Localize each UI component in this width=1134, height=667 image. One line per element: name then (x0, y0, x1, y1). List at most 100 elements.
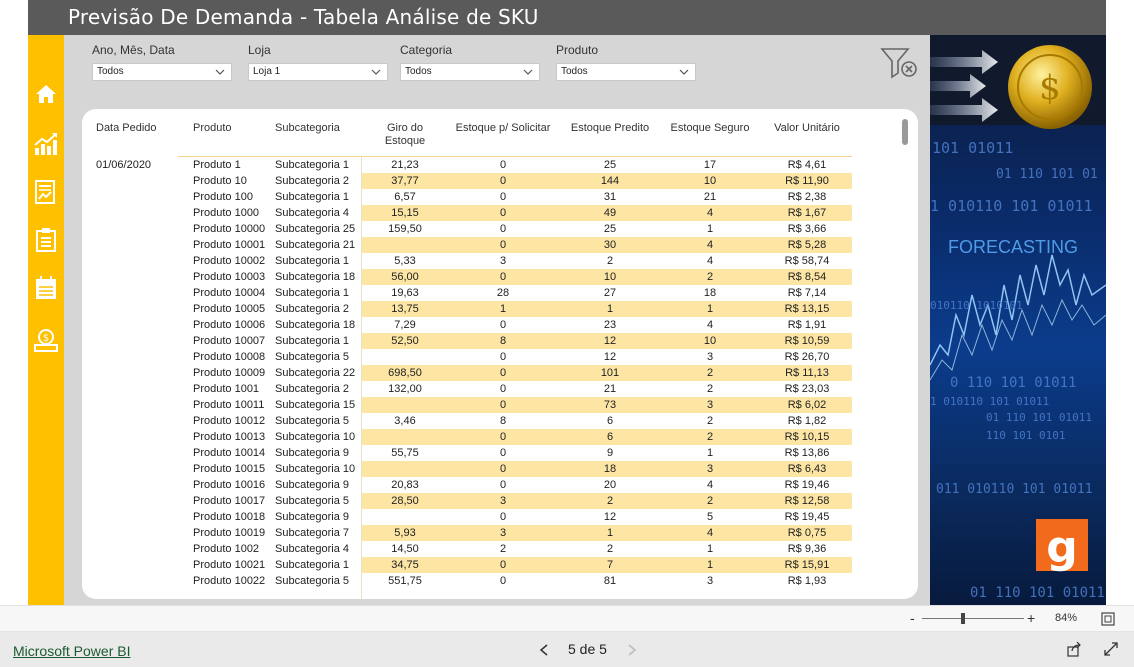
predicted-stock-cell: 12 (603, 351, 617, 363)
table-row[interactable]: Produto 10015 Subcategoria 10 0 18 3 R$ 6,43 (82, 461, 918, 477)
share-icon[interactable] (1066, 641, 1082, 657)
table-row[interactable]: Produto 10000 Subcategoria 25 159,50 0 25 1 R$… (82, 221, 918, 237)
unit-price-cell: R$ 4,61 (787, 159, 827, 171)
table-row[interactable]: Produto 10005 Subcategoria 2 13,75 1 1 1 R$ 13… (82, 301, 918, 317)
subcategory-cell: Subcategoria 5 (275, 495, 349, 507)
table-row[interactable]: Produto 10008 Subcategoria 5 0 12 3 R$ 26,70 (82, 349, 918, 365)
table-row[interactable]: Produto 10012 Subcategoria 5 3,46 8 6 2 R$ 1,8… (82, 413, 918, 429)
unit-price-cell: R$ 0,75 (787, 527, 827, 539)
table-row[interactable]: Produto 10003 Subcategoria 18 56,00 0 10 2 R$ … (82, 269, 918, 285)
subcategory-cell: Subcategoria 2 (275, 383, 349, 395)
clear-filters-icon[interactable] (880, 47, 918, 79)
subcategory-cell: Subcategoria 1 (275, 559, 349, 571)
table-row[interactable]: Produto 10011 Subcategoria 15 0 73 3 R$ 6,02 (82, 397, 918, 413)
predicted-stock-cell: 6 (606, 431, 614, 443)
chevron-down-icon (679, 69, 689, 75)
table-scrollbar[interactable] (902, 119, 908, 145)
stock-turnover-cell: 28,50 (391, 495, 419, 507)
product-cell: Produto 10018 (193, 511, 266, 523)
stock-to-order-cell: 0 (499, 351, 507, 363)
col-stock-turnover-header[interactable]: Giro do Estoque (362, 122, 448, 148)
table-row[interactable]: Produto 10022 Subcategoria 5 551,75 0 81 3 R$ … (82, 573, 918, 589)
home-icon[interactable] (31, 79, 61, 109)
safety-stock-cell: 18 (703, 287, 717, 299)
table-row[interactable]: Produto 10018 Subcategoria 9 0 12 5 R$ 19,45 (82, 509, 918, 525)
filter-date-select[interactable]: Todos (92, 63, 232, 81)
predicted-stock-cell: 21 (603, 383, 617, 395)
binary-text: 1 010110 101 01011 (930, 395, 1050, 408)
filter-store-select[interactable]: Loja 1 (248, 63, 388, 81)
table-row[interactable]: Produto 1000 Subcategoria 4 15,15 0 49 4 R$ 1,… (82, 205, 918, 221)
table-row[interactable]: Produto 10007 Subcategoria 1 52,50 8 12 10 R$ … (82, 333, 918, 349)
unit-price-cell: R$ 8,54 (787, 271, 827, 283)
stock-to-order-cell: 3 (499, 527, 507, 539)
stock-turnover-cell: 5,33 (394, 255, 416, 267)
col-order-date-header[interactable]: Data Pedido (96, 122, 176, 135)
table-row[interactable]: Produto 10002 Subcategoria 1 5,33 3 2 4 R$ 58,… (82, 253, 918, 269)
col-predicted-stock-header[interactable]: Estoque Predito (560, 122, 660, 135)
table-row[interactable]: Produto 1001 Subcategoria 2 132,00 0 21 2 R$ 2… (82, 381, 918, 397)
col-subcategory-header[interactable]: Subcategoria (275, 122, 361, 135)
safety-stock-cell: 5 (706, 511, 714, 523)
filter-product-select[interactable]: Todos (556, 63, 696, 81)
calendar-icon[interactable] (31, 273, 61, 303)
predicted-stock-cell: 30 (603, 239, 617, 251)
table-row[interactable]: Produto 10009 Subcategoria 22 698,50 0 101 2 R… (82, 365, 918, 381)
col-product-header[interactable]: Produto (193, 122, 273, 135)
stock-to-order-cell: 0 (499, 367, 507, 379)
predicted-stock-cell: 25 (603, 159, 617, 171)
safety-stock-cell: 4 (706, 527, 714, 539)
table-row[interactable]: Produto 10017 Subcategoria 5 28,50 3 2 2 R$ 12… (82, 493, 918, 509)
zoom-slider-handle[interactable] (961, 613, 965, 624)
table-row[interactable]: Produto 10021 Subcategoria 1 34,75 0 7 1 R$ 15… (82, 557, 918, 573)
predicted-stock-cell: 18 (603, 463, 617, 475)
table-row[interactable]: Produto 10014 Subcategoria 9 55,75 0 9 1 R$ 13… (82, 445, 918, 461)
table-body[interactable]: 01/06/2020 Produto 1 Subcategoria 1 21,23 0 2… (82, 157, 918, 599)
unit-price-cell: R$ 12,58 (784, 495, 830, 507)
fullscreen-icon[interactable] (1103, 641, 1119, 657)
filter-store-label: Loja (248, 43, 271, 57)
stock-to-order-cell: 0 (499, 575, 507, 587)
table-row[interactable]: Produto 10004 Subcategoria 1 19,63 28 27 18 R$… (82, 285, 918, 301)
table-row[interactable]: Produto 10019 Subcategoria 7 5,93 3 1 4 R$ 0,7… (82, 525, 918, 541)
chart-icon[interactable] (31, 129, 61, 159)
clipboard-icon[interactable] (31, 225, 61, 255)
stock-turnover-cell: 159,50 (388, 223, 422, 235)
zoom-slider-track[interactable] (922, 618, 1024, 619)
predicted-stock-cell: 2 (606, 255, 614, 267)
filter-category-select[interactable]: Todos (400, 63, 540, 81)
unit-price-cell: R$ 1,93 (787, 575, 827, 587)
col-unit-price-header[interactable]: Valor Unitário (762, 122, 852, 135)
binary-text: 01 110 101 01011 (970, 585, 1105, 601)
zoom-in-button[interactable]: + (1027, 610, 1035, 626)
table-row[interactable]: Produto 10006 Subcategoria 18 7,29 0 23 4 R$ 1… (82, 317, 918, 333)
col-stock-to-order-header[interactable]: Estoque p/ Solicitar (450, 122, 556, 135)
predicted-stock-cell: 10 (603, 271, 617, 283)
table-row[interactable]: Produto 10 Subcategoria 2 37,77 0 144 10 R$ 11… (82, 173, 918, 189)
table-row[interactable]: 01/06/2020 Produto 1 Subcategoria 1 21,23 0 2… (82, 157, 918, 173)
report-icon[interactable] (31, 177, 61, 207)
previous-page-icon[interactable] (538, 642, 550, 656)
subcategory-cell: Subcategoria 10 (275, 463, 356, 475)
unit-price-cell: R$ 2,38 (787, 191, 827, 203)
fit-page-icon[interactable] (1101, 611, 1115, 626)
table-row[interactable]: Produto 10013 Subcategoria 10 0 6 2 R$ 10,15 (82, 429, 918, 445)
stock-turnover-cell: 5,93 (394, 527, 416, 539)
table-row[interactable]: Produto 10016 Subcategoria 9 20,83 0 20 4 R$ 1… (82, 477, 918, 493)
subcategory-cell: Subcategoria 9 (275, 447, 349, 459)
product-cell: Produto 10000 (193, 223, 266, 235)
stock-turnover-cell: 56,00 (391, 271, 419, 283)
product-cell: Produto 1000 (193, 207, 260, 219)
zoom-out-button[interactable]: - (910, 610, 915, 626)
powerbi-link[interactable]: Microsoft Power BI (13, 643, 130, 659)
money-icon[interactable]: $ (31, 325, 61, 355)
stock-turnover-cell: 551,75 (388, 575, 422, 587)
table-row[interactable]: Produto 1002 Subcategoria 4 14,50 2 2 1 R$ 9,3… (82, 541, 918, 557)
subcategory-cell: Subcategoria 9 (275, 479, 349, 491)
next-page-icon[interactable] (626, 642, 638, 656)
table-row[interactable]: Produto 10001 Subcategoria 21 0 30 4 R$ 5,28 (82, 237, 918, 253)
header-text: Estoque p/ Solicitar (455, 122, 551, 134)
col-safety-stock-header[interactable]: Estoque Seguro (662, 122, 758, 135)
table-row[interactable]: Produto 100 Subcategoria 1 6,57 0 31 21 R$ 2,3… (82, 189, 918, 205)
left-nav: $ (28, 35, 64, 605)
